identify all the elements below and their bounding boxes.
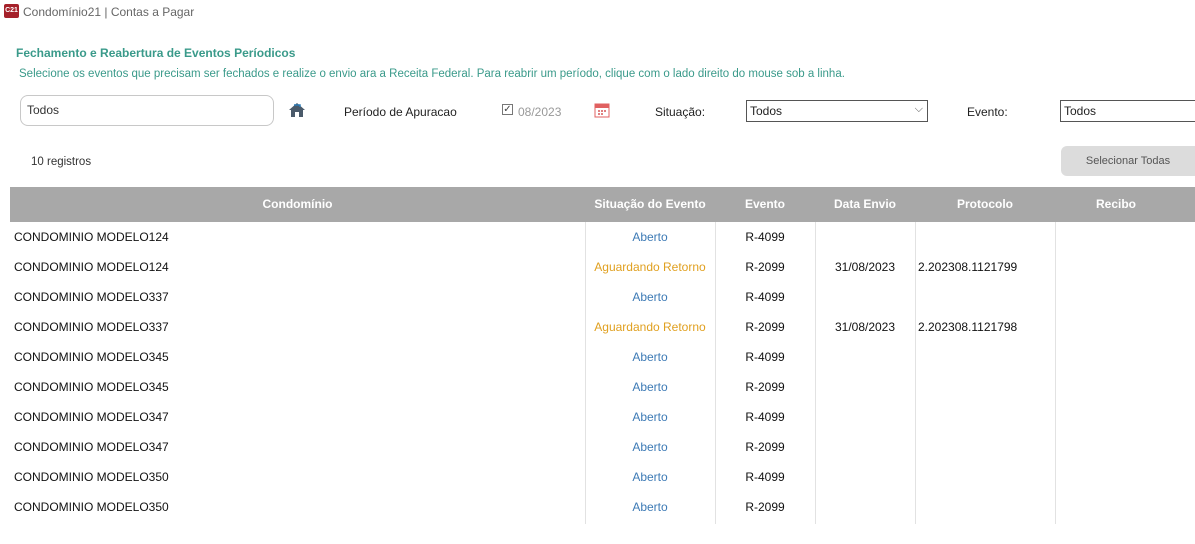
cell-evento: R-4099	[745, 350, 785, 364]
cell-evento: R-4099	[745, 410, 785, 424]
cell-situacao: Aberto	[632, 500, 668, 514]
column-header-evento[interactable]: Evento	[715, 187, 815, 222]
cell-situacao: Aberto	[632, 380, 668, 394]
cell-protocolo	[918, 462, 1058, 492]
calendar-icon[interactable]	[594, 102, 610, 118]
cell-situacao: Aberto	[632, 470, 668, 484]
cell-situacao: Aberto	[632, 290, 668, 304]
period-checkbox[interactable]: ✓	[502, 104, 513, 115]
cell-protocolo: 2.202308.1121799	[918, 260, 1018, 274]
table-row[interactable]: CONDOMINIO MODELO337 Aguardando Retorno R-…	[10, 312, 1195, 342]
cell-condominio: CONDOMINIO MODELO350	[14, 500, 169, 514]
cell-data-envio	[815, 342, 915, 372]
event-select[interactable]: Todos	[1060, 100, 1195, 122]
table-row[interactable]: CONDOMINIO MODELO124 Aberto R-4099	[10, 222, 1195, 252]
title-bar: C21 Condomínio21 | Contas a Pagar	[0, 0, 1195, 24]
page-title: Fechamento e Reabertura de Eventos Perío…	[16, 46, 296, 60]
cell-condominio: CONDOMINIO MODELO124	[14, 260, 169, 274]
period-value[interactable]: 08/2023	[518, 105, 561, 119]
cell-protocolo: 2.202308.1121798	[918, 320, 1018, 334]
cell-protocolo	[918, 282, 1058, 312]
window-title: Condomínio21 | Contas a Pagar	[23, 5, 195, 19]
condominio-filter-input[interactable]: Todos	[20, 95, 274, 126]
cell-protocolo	[918, 372, 1058, 402]
cell-evento: R-2099	[745, 260, 785, 274]
event-label: Evento:	[967, 105, 1008, 119]
column-header-situacao[interactable]: Situação do Evento	[585, 187, 715, 222]
cell-data-envio	[815, 282, 915, 312]
cell-data-envio	[815, 372, 915, 402]
select-all-button[interactable]: Selecionar Todas	[1061, 146, 1195, 176]
column-header-data-envio[interactable]: Data Envio	[815, 187, 915, 222]
cell-situacao: Aberto	[632, 440, 668, 454]
table-row[interactable]: CONDOMINIO MODELO124 Aguardando Retorno R-…	[10, 252, 1195, 282]
table-row[interactable]: CONDOMINIO MODELO345 Aberto R-4099	[10, 342, 1195, 372]
cell-evento: R-2099	[745, 320, 785, 334]
situation-select[interactable]: Todos ⌵	[746, 100, 928, 122]
cell-protocolo	[918, 492, 1058, 522]
home-icon[interactable]	[288, 102, 306, 118]
events-table: Condomínio Situação do Evento Evento Dat…	[10, 187, 1195, 524]
column-header-recibo[interactable]: Recibo	[1055, 187, 1177, 222]
cell-situacao: Aberto	[632, 230, 668, 244]
cell-condominio: CONDOMINIO MODELO337	[14, 290, 169, 304]
table-row[interactable]: CONDOMINIO MODELO350 Aberto R-2099	[10, 492, 1195, 522]
cell-condominio: CONDOMINIO MODELO124	[14, 230, 169, 244]
event-select-value: Todos	[1064, 104, 1097, 118]
cell-condominio: CONDOMINIO MODELO337	[14, 320, 169, 334]
cell-evento: R-4099	[745, 470, 785, 484]
cell-condominio: CONDOMINIO MODELO347	[14, 410, 169, 424]
cell-data-envio	[815, 222, 915, 252]
cell-condominio: CONDOMINIO MODELO345	[14, 380, 169, 394]
situation-label: Situação:	[655, 105, 706, 119]
cell-data-envio	[815, 492, 915, 522]
column-header-condominio[interactable]: Condomínio	[10, 187, 585, 222]
cell-protocolo	[918, 402, 1058, 432]
table-row[interactable]: CONDOMINIO MODELO337 Aberto R-4099	[10, 282, 1195, 312]
table-row[interactable]: CONDOMINIO MODELO347 Aberto R-4099	[10, 402, 1195, 432]
cell-situacao: Aberto	[632, 350, 668, 364]
cell-data-envio	[815, 402, 915, 432]
cell-data-envio	[815, 462, 915, 492]
table-row[interactable]: CONDOMINIO MODELO350 Aberto R-4099	[10, 462, 1195, 492]
period-label: Período de Apuracao	[344, 105, 457, 119]
table-header: Condomínio Situação do Evento Evento Dat…	[10, 187, 1195, 222]
column-header-protocolo[interactable]: Protocolo	[915, 187, 1055, 222]
cell-condominio: CONDOMINIO MODELO345	[14, 350, 169, 364]
cell-protocolo	[918, 342, 1058, 372]
table-row[interactable]: CONDOMINIO MODELO347 Aberto R-2099	[10, 432, 1195, 462]
cell-evento: R-2099	[745, 380, 785, 394]
cell-protocolo	[918, 222, 1058, 252]
cell-situacao: Aguardando Retorno	[594, 260, 706, 274]
cell-situacao: Aguardando Retorno	[594, 320, 706, 334]
situation-select-value: Todos	[750, 104, 783, 118]
cell-evento: R-4099	[745, 230, 785, 244]
cell-situacao: Aberto	[632, 410, 668, 424]
chevron-down-icon: ⌵	[914, 103, 923, 115]
cell-data-envio	[815, 432, 915, 462]
cell-condominio: CONDOMINIO MODELO347	[14, 440, 169, 454]
cell-evento: R-2099	[745, 500, 785, 514]
cell-condominio: CONDOMINIO MODELO350	[14, 470, 169, 484]
cell-data-envio: 31/08/2023	[834, 260, 896, 274]
table-row[interactable]: CONDOMINIO MODELO345 Aberto R-2099	[10, 372, 1195, 402]
app-logo-icon: C21	[4, 4, 19, 18]
cell-evento: R-4099	[745, 290, 785, 304]
cell-evento: R-2099	[745, 440, 785, 454]
records-count: 10 registros	[31, 156, 92, 168]
cell-protocolo	[918, 432, 1058, 462]
cell-data-envio: 31/08/2023	[834, 320, 896, 334]
page-subtitle: Selecione os eventos que precisam ser fe…	[19, 68, 845, 80]
